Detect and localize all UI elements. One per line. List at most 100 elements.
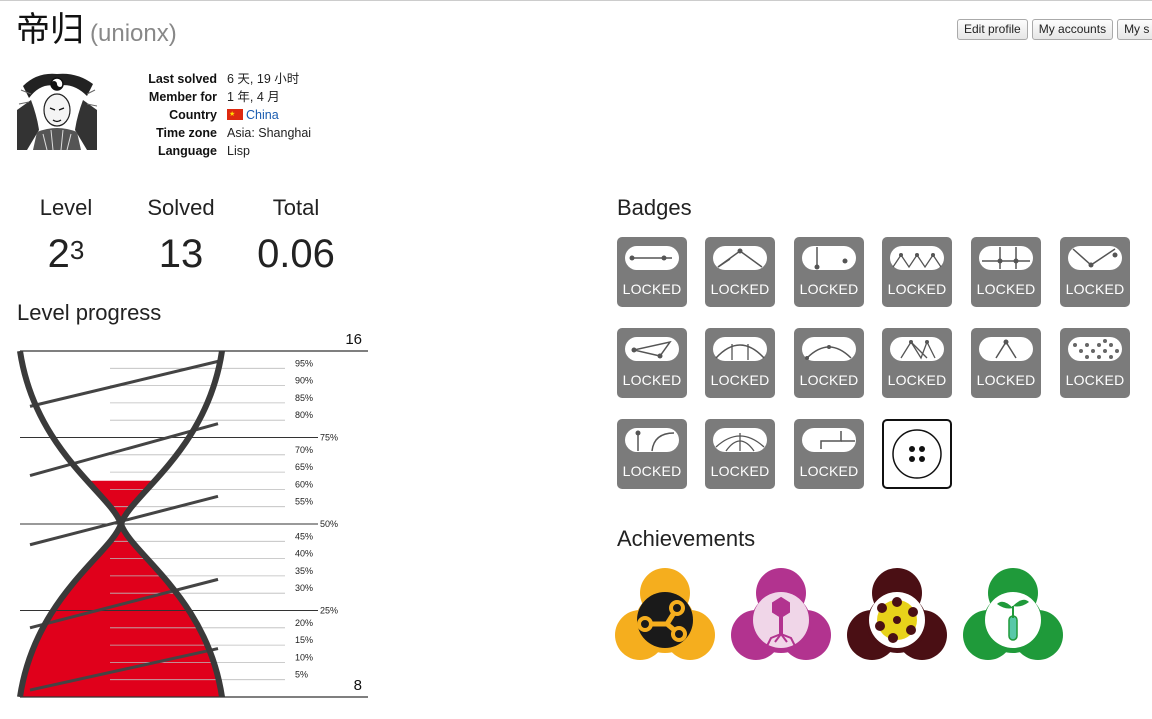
- progress-tick-label: 40%: [295, 549, 313, 559]
- progress-tick-label: 90%: [295, 376, 313, 386]
- badge-15[interactable]: LOCKED: [794, 419, 864, 489]
- graph-grid-icon: [979, 246, 1033, 270]
- top-border: [0, 0, 1152, 1]
- info-value: China: [227, 106, 279, 124]
- graph-triangle-icon: [625, 337, 679, 361]
- progress-tick-label: 25%: [320, 606, 338, 616]
- solved-value: 13: [158, 232, 204, 276]
- badge-8[interactable]: LOCKED: [705, 328, 775, 398]
- achievement-network[interactable]: [615, 568, 715, 663]
- user-handle: (unionx): [90, 20, 177, 47]
- page-title: 帝归 (unionx): [16, 10, 177, 54]
- info-key: Country: [169, 108, 217, 122]
- progress-tick-label: 10%: [295, 652, 313, 662]
- info-key: Member for: [148, 90, 217, 104]
- edit-profile-button[interactable]: Edit profile: [957, 19, 1028, 40]
- badges-heading: Badges: [617, 195, 692, 220]
- badge-10[interactable]: LOCKED: [882, 328, 952, 398]
- country-link[interactable]: China: [246, 108, 279, 122]
- badge-3[interactable]: LOCKED: [794, 237, 864, 307]
- progress-tick-label: 55%: [295, 497, 313, 507]
- badge-14[interactable]: LOCKED: [705, 419, 775, 489]
- info-value: 1 年, 4 月: [227, 90, 280, 104]
- badge-6[interactable]: LOCKED: [1060, 237, 1130, 307]
- graph-fan-icon: [890, 337, 944, 361]
- badge-locked-label: LOCKED: [710, 463, 770, 479]
- badge-locked-label: LOCKED: [622, 281, 682, 297]
- progress-tick-label: 30%: [295, 583, 313, 593]
- badge-locked-label: LOCKED: [622, 372, 682, 388]
- info-value: 6 天, 19 小时: [227, 72, 300, 86]
- progress-tick-label: 60%: [295, 479, 313, 489]
- progress-tick-label: 65%: [295, 462, 313, 472]
- badge-9[interactable]: LOCKED: [794, 328, 864, 398]
- progress-tick-label: 85%: [295, 393, 313, 403]
- total-value: 0.06: [257, 232, 335, 276]
- my-accounts-button[interactable]: My accounts: [1031, 19, 1114, 40]
- badge-4[interactable]: LOCKED: [882, 237, 952, 307]
- graph-web-icon: [713, 428, 767, 452]
- level-stat: Level 23: [26, 194, 106, 278]
- badge-16[interactable]: [882, 419, 952, 489]
- total-stat: Total 0.06: [246, 194, 346, 278]
- graph-dome-icon: [802, 337, 856, 361]
- info-key: Time zone: [156, 126, 217, 140]
- graph-wedge-icon: [979, 337, 1033, 361]
- graph-dots-icon: [1068, 337, 1122, 361]
- user-name: 帝归: [16, 11, 84, 49]
- badge-locked-label: LOCKED: [887, 281, 947, 297]
- progress-tick-label: 95%: [295, 358, 313, 368]
- info-value: Lisp: [227, 144, 250, 158]
- progress-tick-label: 20%: [295, 618, 313, 628]
- info-key: Last solved: [148, 72, 217, 86]
- badge-locked-label: LOCKED: [799, 463, 859, 479]
- badge-2[interactable]: LOCKED: [705, 237, 775, 307]
- progress-tick-label: 15%: [295, 635, 313, 645]
- my-settings-button[interactable]: My s: [1117, 19, 1152, 40]
- graph-blocks-icon: [802, 428, 856, 452]
- achievements-heading: Achievements: [617, 526, 756, 551]
- achievement-cell[interactable]: [847, 568, 947, 663]
- achievement-sprout[interactable]: [963, 568, 1063, 663]
- profile-actions: Edit profile My accounts My s: [957, 19, 1152, 40]
- badge-11[interactable]: LOCKED: [971, 328, 1041, 398]
- badge-locked-label: LOCKED: [976, 281, 1036, 297]
- progress-top-value: 16: [345, 331, 362, 348]
- graph-multi-peak-icon: [890, 246, 944, 270]
- badge-locked-label: LOCKED: [710, 372, 770, 388]
- progress-tick-label: 5%: [295, 670, 308, 680]
- badge-locked-label: LOCKED: [1065, 372, 1125, 388]
- info-value: Asia: Shanghai: [227, 126, 312, 140]
- graph-peak-icon: [713, 246, 767, 270]
- graph-curve-icon: [625, 428, 679, 452]
- badge-7[interactable]: LOCKED: [617, 328, 687, 398]
- graph-zigzag-icon: [1068, 246, 1122, 270]
- badge-13[interactable]: LOCKED: [617, 419, 687, 489]
- badge-5[interactable]: LOCKED: [971, 237, 1041, 307]
- graph-branch-icon: [802, 246, 856, 270]
- badge-locked-label: LOCKED: [976, 372, 1036, 388]
- progress-bottom-value: 8: [354, 677, 362, 694]
- progress-tick-label: 75%: [320, 433, 338, 443]
- total-label: Total: [272, 195, 320, 220]
- badge-1[interactable]: LOCKED: [617, 237, 687, 307]
- level-label: Level: [39, 195, 93, 220]
- solved-label: Solved: [147, 195, 215, 220]
- graph-arcs-icon: [713, 337, 767, 361]
- badge-locked-label: LOCKED: [799, 372, 859, 388]
- level-progress-helix: 95%90%85%80%75%70%65%60%55%50%45%40%35%3…: [17, 331, 368, 698]
- progress-tick-label: 45%: [295, 531, 313, 541]
- level-value: 23: [26, 230, 106, 278]
- china-flag-icon: [227, 106, 243, 124]
- badge-locked-label: LOCKED: [622, 463, 682, 479]
- badge-12[interactable]: LOCKED: [1060, 328, 1130, 398]
- avatar: [17, 70, 98, 151]
- achievement-bacteriophage[interactable]: [731, 568, 831, 663]
- graph-line-icon: [625, 246, 679, 270]
- progress-tick-label: 50%: [320, 519, 338, 529]
- progress-tick-label: 70%: [295, 445, 313, 455]
- info-key: Language: [157, 144, 217, 158]
- solved-stat: Solved 13: [136, 194, 226, 278]
- progress-tick-label: 80%: [295, 410, 313, 420]
- level-base: 2: [47, 232, 70, 276]
